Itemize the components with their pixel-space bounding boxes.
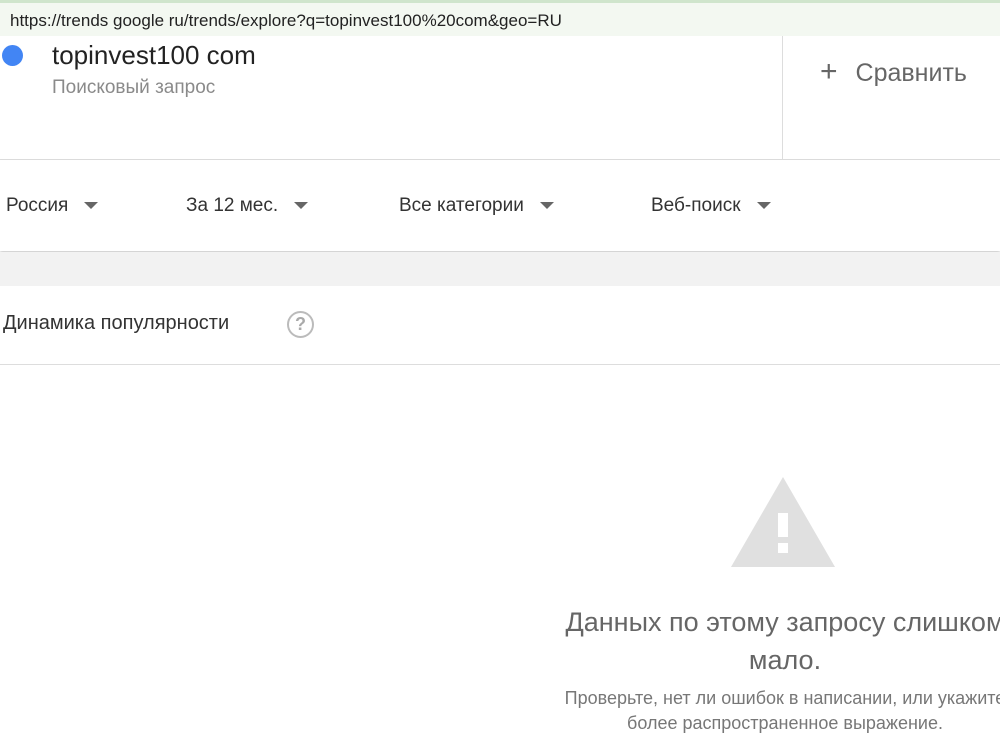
section-title: Динамика популярности: [3, 312, 230, 334]
divider: [782, 36, 783, 159]
divider: [0, 364, 1000, 365]
compare-button[interactable]: + Сравнить: [820, 55, 967, 89]
caret-down-icon: [539, 202, 554, 210]
term-color-dot: [2, 45, 23, 66]
dropdown-label: Россия: [6, 195, 69, 216]
region-dropdown[interactable]: Россия: [6, 195, 99, 217]
search-term-type: Поисковый запрос: [52, 77, 216, 98]
dropdown-label: Все категории: [399, 195, 524, 216]
separator-band: [0, 252, 1000, 286]
filter-bar: Россия За 12 мес. Все категории Веб-поис…: [0, 160, 1000, 251]
plus-icon: +: [820, 55, 838, 88]
compare-label: Сравнить: [855, 59, 967, 87]
empty-hint: Проверьте, нет ли ошибок в написании, ил…: [564, 688, 1000, 733]
address-bar[interactable]: https://trends google ru/trends/explore?…: [0, 0, 1000, 36]
empty-title: Данных по этому запросу слишком мало.: [565, 607, 1000, 675]
dropdown-label: За 12 мес.: [186, 195, 279, 216]
help-icon[interactable]: ?: [287, 311, 314, 338]
warning-icon: [731, 477, 835, 567]
period-dropdown[interactable]: За 12 мес.: [186, 195, 309, 217]
search-type-dropdown[interactable]: Веб-поиск: [651, 195, 771, 217]
caret-down-icon: [84, 202, 99, 210]
caret-down-icon: [294, 202, 309, 210]
caret-down-icon: [756, 202, 771, 210]
search-term[interactable]: topinvest100 com: [52, 40, 256, 71]
dropdown-label: Веб-поиск: [651, 195, 741, 216]
category-dropdown[interactable]: Все категории: [399, 195, 554, 217]
